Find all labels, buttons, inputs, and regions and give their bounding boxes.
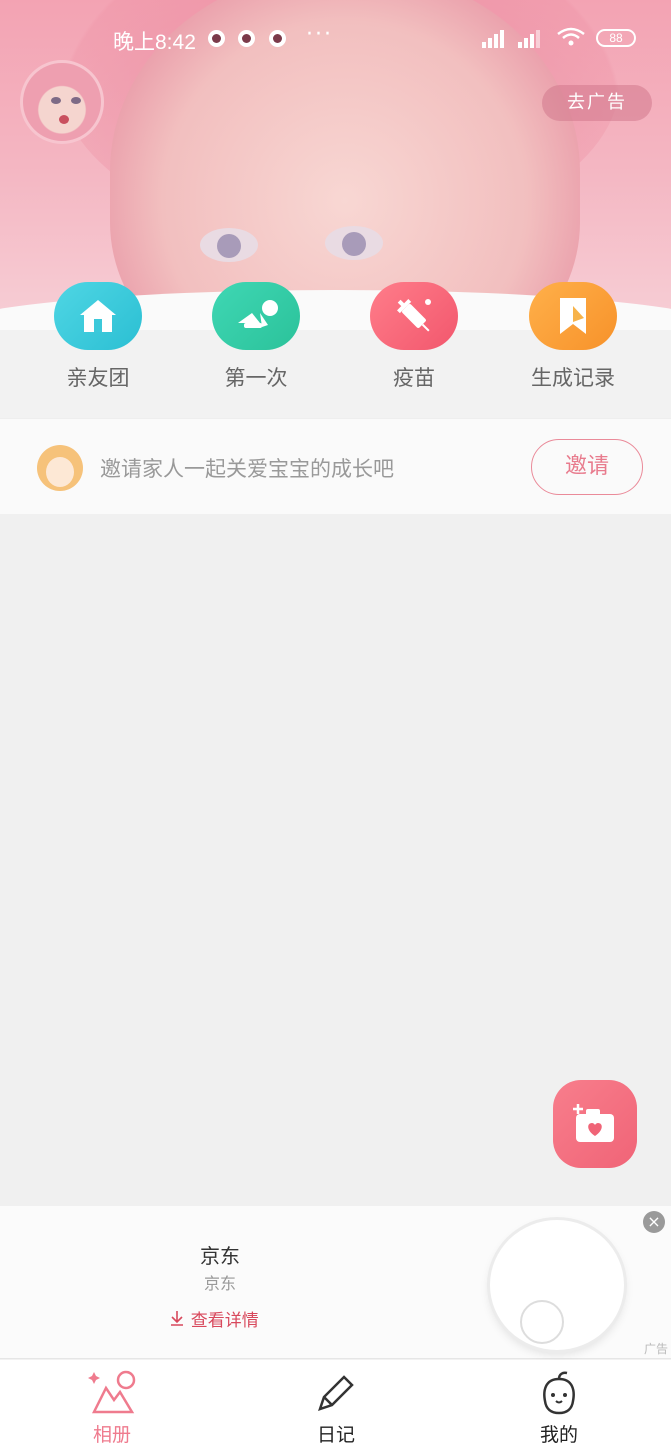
baby-avatar[interactable]: [20, 60, 104, 144]
quick-action-first-time[interactable]: 第一次: [191, 282, 321, 392]
profile-icon: [499, 1368, 619, 1418]
ad-product-image[interactable]: [476, 1214, 636, 1354]
ad-title: 京东: [200, 1244, 240, 1268]
bottom-tab-bar: 相册 日记 我的: [0, 1360, 671, 1453]
tab-label: 我的: [539, 1424, 578, 1446]
battery-indicator: 88: [596, 29, 636, 47]
banner-eye: [200, 228, 258, 262]
app-notification-icon: [238, 30, 255, 47]
download-icon: [169, 1311, 190, 1331]
crawling-baby-icon: [212, 282, 300, 350]
wifi-icon: [556, 26, 586, 54]
baby-cartoon-icon: [37, 445, 83, 491]
invite-text: 邀请家人一起关爱宝宝的成长吧: [100, 457, 394, 481]
quick-action-friends[interactable]: 亲友团: [33, 282, 163, 392]
tab-label: 相册: [92, 1424, 131, 1446]
ad-subtitle: 京东: [203, 1274, 236, 1293]
ad-detail-link[interactable]: 查看详情: [0, 1306, 428, 1331]
pencil-icon: [276, 1368, 396, 1418]
house-icon: [54, 282, 142, 350]
ad-tag: 广告: [644, 1342, 669, 1356]
tab-album[interactable]: 相册: [52, 1368, 172, 1447]
quick-action-label: 亲友团: [66, 366, 130, 390]
quick-action-label: 疫苗: [393, 366, 435, 390]
ad-close-button[interactable]: ×: [643, 1211, 665, 1233]
bookmark-icon: [529, 282, 617, 350]
avatar-mouth: [59, 115, 69, 124]
remove-ads-button[interactable]: 去广告: [542, 85, 652, 121]
status-bar: 晚上8:42 ··· 88: [0, 22, 671, 54]
banner-eye: [325, 226, 383, 260]
quick-action-generate-record[interactable]: 生成记录: [508, 282, 638, 392]
tab-profile[interactable]: 我的: [499, 1368, 619, 1447]
quick-action-label: 第一次: [224, 366, 288, 390]
syringe-icon: [370, 282, 458, 350]
ad-detail-label: 查看详情: [190, 1311, 259, 1331]
robot-vacuum-image: [490, 1220, 624, 1350]
ad-banner[interactable]: 京东 京东 查看详情: [0, 1206, 671, 1359]
quick-action-vaccine[interactable]: 疫苗: [349, 282, 479, 392]
tab-diary[interactable]: 日记: [276, 1368, 396, 1447]
music-notification-icon: [208, 30, 225, 47]
tab-label: 日记: [316, 1424, 355, 1446]
signal-icon: [518, 28, 548, 48]
avatar-eye: [71, 97, 81, 104]
invite-button[interactable]: 邀请: [531, 439, 643, 495]
quick-actions: 亲友团 第一次 疫苗 生成记录: [0, 282, 671, 417]
avatar-eye: [51, 97, 61, 104]
quick-action-label: 生成记录: [531, 366, 615, 390]
album-icon: [52, 1368, 172, 1418]
more-notifications-icon: ···: [306, 22, 333, 47]
status-time: 晚上8:42: [113, 31, 196, 54]
signal-icon: [482, 28, 512, 48]
camera-heart-icon: [573, 1104, 614, 1142]
app-notification-icon: [269, 30, 286, 47]
invite-bar: 邀请家人一起关爱宝宝的成长吧 邀请: [0, 418, 671, 514]
add-photo-button[interactable]: [553, 1080, 637, 1168]
